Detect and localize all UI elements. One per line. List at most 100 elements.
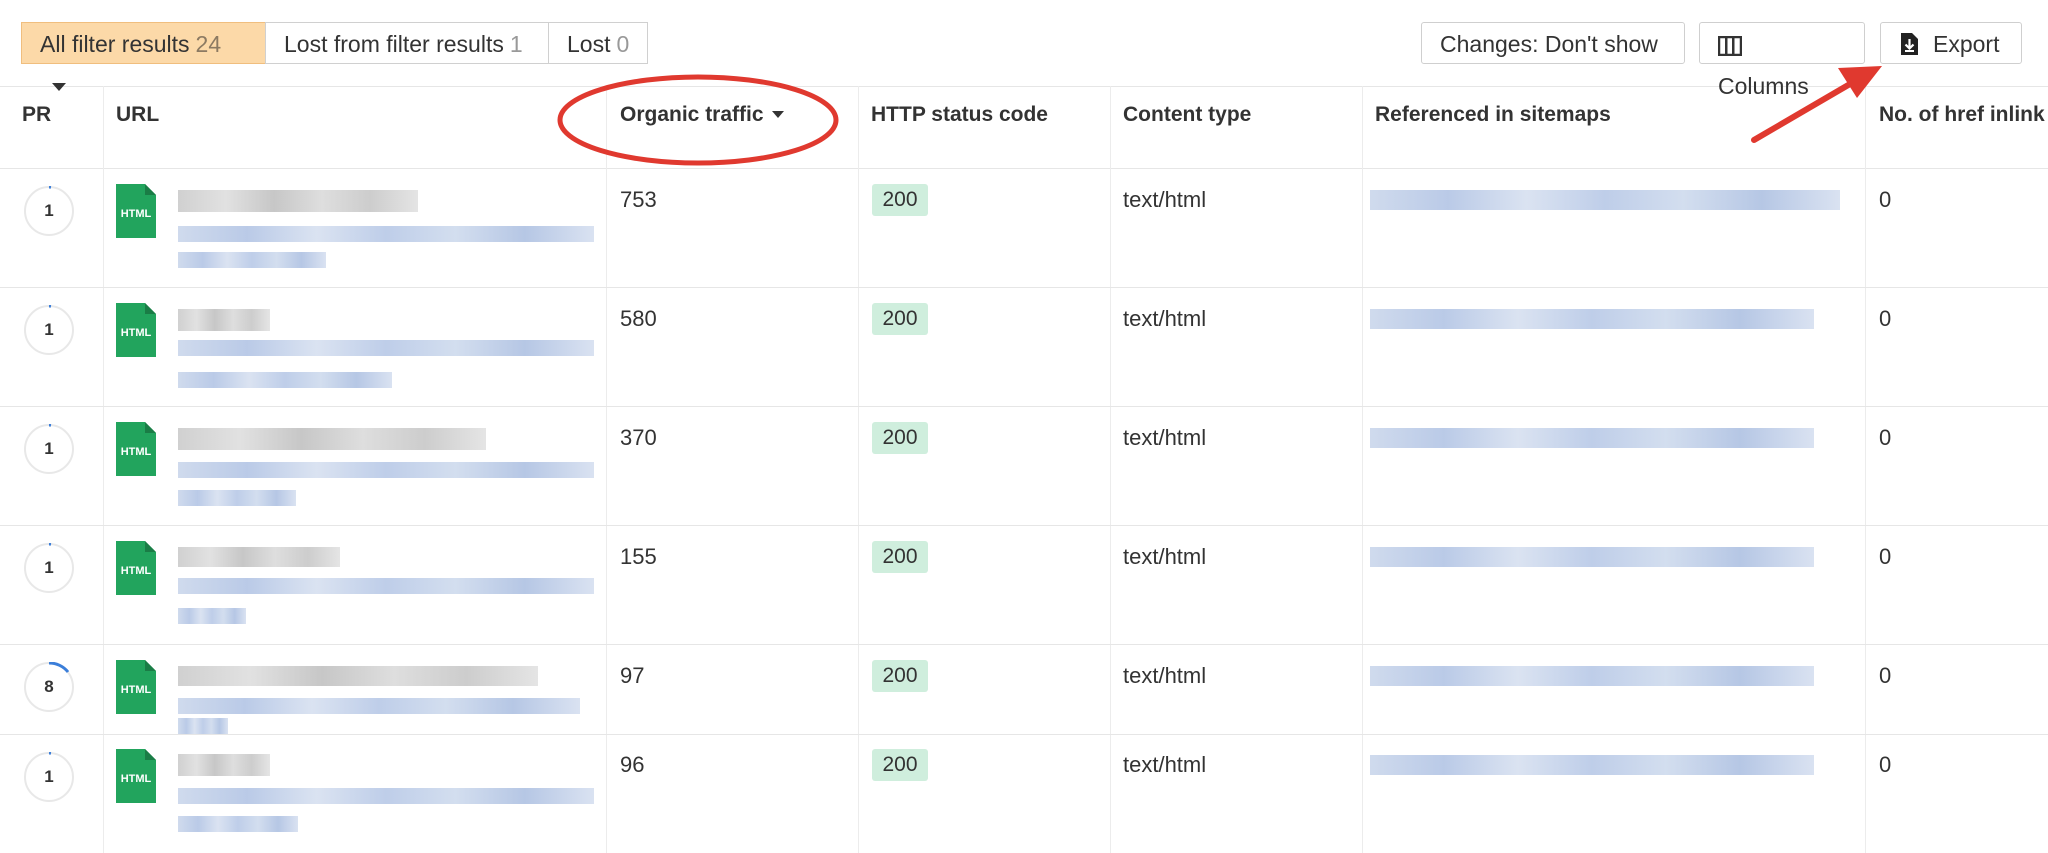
blurred-title <box>178 190 418 212</box>
blurred-sitemap-url[interactable] <box>1370 428 1814 448</box>
file-type-label: HTML <box>121 773 152 785</box>
organic-traffic-value: 580 <box>620 306 657 331</box>
blurred-url[interactable] <box>178 340 594 356</box>
blurred-url[interactable] <box>178 372 392 388</box>
blurred-url[interactable] <box>178 490 296 506</box>
blurred-url[interactable] <box>178 252 326 268</box>
changes-label: Changes: Don't show <box>1440 31 1658 57</box>
columns-icon <box>1717 35 1743 57</box>
html-file-icon: HTML <box>116 184 156 238</box>
row-divider <box>0 406 2048 407</box>
html-file-icon: HTML <box>116 541 156 595</box>
html-file-icon: HTML <box>116 303 156 357</box>
column-divider <box>103 86 104 853</box>
row-divider <box>0 525 2048 526</box>
blurred-url[interactable] <box>178 698 580 714</box>
pr-arc <box>48 305 52 308</box>
row-divider <box>0 644 2048 645</box>
content-type-value: text/html <box>1123 306 1207 331</box>
export-label: Export <box>1933 31 2000 57</box>
filter-count: 24 <box>195 31 222 57</box>
blurred-url[interactable] <box>178 226 594 242</box>
inlinks-value: 0 <box>1879 187 1892 212</box>
export-button[interactable]: Export <box>1880 22 2022 64</box>
status-badge: 200 <box>872 422 928 454</box>
pr-gauge: 1 <box>24 424 74 474</box>
download-file-icon <box>1901 33 1918 55</box>
blurred-url[interactable] <box>178 578 594 594</box>
column-header-url[interactable]: URL <box>116 103 159 127</box>
inlinks-value: 0 <box>1879 306 1892 331</box>
blurred-url[interactable] <box>178 608 246 624</box>
inlinks-value: 0 <box>1879 425 1892 450</box>
table-header: PR URL Organic traffic HTTP status code … <box>0 86 2048 169</box>
file-type-label: HTML <box>121 208 152 220</box>
filter-all-results-tab[interactable]: All filter results 24 <box>21 22 266 91</box>
file-type-label: HTML <box>121 565 152 577</box>
columns-button[interactable]: Columns <box>1699 22 1865 99</box>
content-type-value: text/html <box>1123 425 1207 450</box>
column-header-sitemaps[interactable]: Referenced in sitemaps <box>1375 103 1611 127</box>
pr-arc <box>48 424 52 427</box>
column-divider <box>606 86 607 853</box>
column-header-organic-traffic[interactable]: Organic traffic <box>620 103 784 127</box>
content-type-value: text/html <box>1123 752 1207 777</box>
blurred-sitemap-url[interactable] <box>1370 190 1840 210</box>
blurred-url[interactable] <box>178 816 298 832</box>
column-divider <box>858 86 859 853</box>
column-header-pr[interactable]: PR <box>22 103 51 127</box>
organic-traffic-value: 96 <box>620 752 645 777</box>
blurred-title <box>178 754 270 776</box>
column-header-href-inlinks[interactable]: No. of href inlink <box>1879 103 2045 127</box>
pr-gauge: 1 <box>24 305 74 355</box>
blurred-title <box>178 309 270 331</box>
organic-traffic-value: 370 <box>620 425 657 450</box>
filter-count: 1 <box>509 31 523 57</box>
file-type-label: HTML <box>121 446 152 458</box>
filter-label: Lost from filter results <box>284 31 504 57</box>
content-type-value: text/html <box>1123 663 1207 688</box>
html-file-icon: HTML <box>116 422 156 476</box>
blurred-sitemap-url[interactable] <box>1370 755 1814 775</box>
blurred-sitemap-url[interactable] <box>1370 309 1814 329</box>
row-divider <box>0 287 2048 288</box>
status-badge: 200 <box>872 303 928 335</box>
column-header-http-status[interactable]: HTTP status code <box>871 103 1048 127</box>
html-file-icon: HTML <box>116 660 156 714</box>
pr-arc <box>48 662 70 674</box>
column-header-label: Organic traffic <box>620 103 764 126</box>
organic-traffic-value: 753 <box>620 187 657 212</box>
column-header-content-type[interactable]: Content type <box>1123 103 1251 127</box>
changes-button[interactable]: Changes: Don't show <box>1421 22 1685 64</box>
filter-lost-from-results-tab[interactable]: Lost from filter results 1 <box>265 22 549 64</box>
column-divider <box>1362 86 1363 853</box>
pr-arc <box>48 752 52 755</box>
filter-label: All filter results <box>40 31 190 57</box>
blurred-sitemap-url[interactable] <box>1370 547 1814 567</box>
filter-label: Lost <box>567 31 611 57</box>
pr-gauge: 8 <box>24 662 74 712</box>
blurred-title <box>178 547 340 567</box>
sort-descending-icon <box>771 111 784 118</box>
pr-arc <box>48 543 52 546</box>
row-divider <box>0 734 2048 735</box>
blurred-url[interactable] <box>178 718 228 734</box>
blurred-sitemap-url[interactable] <box>1370 666 1814 686</box>
blurred-url[interactable] <box>178 462 594 478</box>
status-badge: 200 <box>872 749 928 781</box>
status-badge: 200 <box>872 184 928 216</box>
content-type-value: text/html <box>1123 544 1207 569</box>
file-type-label: HTML <box>121 684 152 696</box>
blurred-url[interactable] <box>178 788 594 804</box>
filter-lost-tab[interactable]: Lost 0 <box>548 22 648 64</box>
organic-traffic-value: 155 <box>620 544 657 569</box>
status-badge: 200 <box>872 660 928 692</box>
inlinks-value: 0 <box>1879 663 1892 688</box>
html-file-icon: HTML <box>116 749 156 803</box>
toolbar: All filter results 24 Lost from filter re… <box>0 0 2048 99</box>
filter-count: 0 <box>616 31 630 57</box>
blurred-title <box>178 666 538 686</box>
pr-arc <box>48 186 52 189</box>
blurred-title <box>178 428 486 450</box>
content-type-value: text/html <box>1123 187 1207 212</box>
